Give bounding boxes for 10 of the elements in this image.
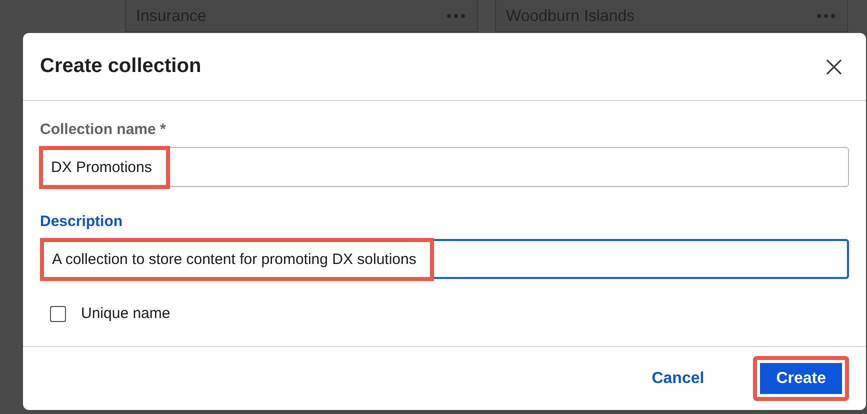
cancel-button[interactable]: Cancel [628,356,728,401]
dialog-title: Create collection [40,55,202,78]
create-button[interactable]: Create [753,356,849,401]
close-button[interactable] [824,56,844,76]
input-field[interactable]: DX Promotions [40,147,849,187]
checkbox-label: Unique name [81,305,170,322]
input-field[interactable]: A collection to store content for promoting DX solutions [40,239,849,279]
field-label: Collection name * [40,121,167,138]
field-label: Description [40,213,124,230]
checkbox[interactable] [50,306,66,322]
